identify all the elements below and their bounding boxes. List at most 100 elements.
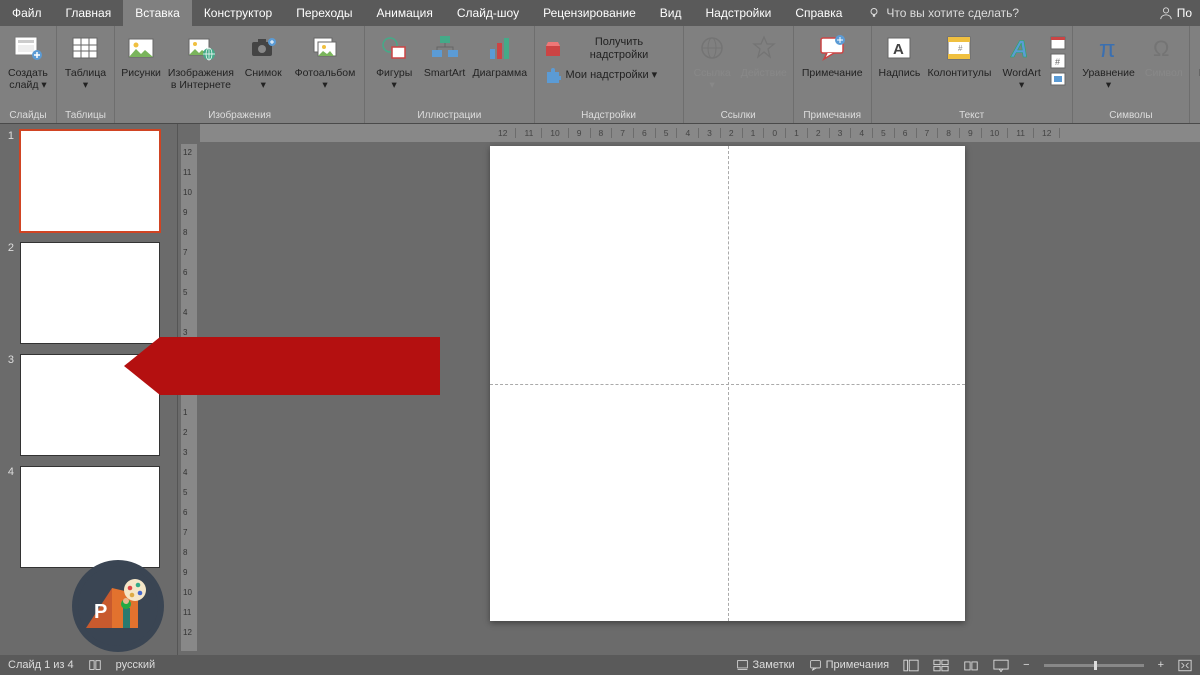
normal-view-icon: [903, 659, 919, 672]
chart-icon: [485, 33, 515, 63]
ruler-tick: 9: [569, 128, 591, 138]
tell-me-search[interactable]: Что вы хотите сделать?: [858, 0, 1029, 26]
menu-slideshow[interactable]: Слайд-шоу: [445, 0, 531, 26]
group-label-images: Изображения: [119, 108, 360, 123]
online-pictures-label: Изображения в Интернете: [168, 67, 234, 91]
date-time-icon[interactable]: [1050, 35, 1068, 51]
ruler-tick-v: 4: [183, 468, 187, 477]
menu-insert[interactable]: Вставка: [123, 0, 192, 26]
ruler-tick-v: 6: [183, 508, 187, 517]
get-addins-button[interactable]: Получить надстройки: [539, 34, 679, 63]
chart-button[interactable]: Диаграмма: [470, 28, 529, 82]
fit-to-window-button[interactable]: [1178, 659, 1192, 672]
thumb-3[interactable]: [20, 354, 160, 456]
group-label-symbols: Символы: [1077, 108, 1185, 123]
menu-transitions[interactable]: Переходы: [284, 0, 364, 26]
object-icon[interactable]: [1050, 71, 1068, 87]
zoom-in-button[interactable]: +: [1158, 659, 1164, 671]
thumb-4-wrap[interactable]: 4: [4, 466, 173, 568]
ruler-tick-v: 8: [183, 228, 187, 237]
book-icon: [88, 658, 102, 672]
ruler-tick: 0: [764, 128, 786, 138]
slideshow-view-button[interactable]: [993, 659, 1009, 672]
channel-avatar: P: [72, 560, 164, 652]
pictures-icon: [126, 33, 156, 63]
vertical-ruler[interactable]: 1211109876543210123456789101112: [181, 144, 197, 651]
menu-view[interactable]: Вид: [648, 0, 694, 26]
smartart-label: SmartArt: [424, 67, 465, 79]
wordart-label: WordArt ▾: [1000, 67, 1044, 91]
thumb-1-wrap[interactable]: 1: [4, 130, 173, 232]
group-label-text: Текст: [876, 108, 1068, 123]
ruler-tick-v: 10: [183, 588, 192, 597]
ruler-tick: 7: [917, 128, 939, 138]
ruler-tick: 10: [542, 128, 568, 138]
zoom-out-button[interactable]: −: [1023, 659, 1029, 671]
wordart-button[interactable]: A WordArt ▾: [996, 28, 1048, 94]
ribbon-group-slides: Создать слайд ▾ Слайды: [0, 26, 57, 123]
comments-button[interactable]: Примечания: [809, 659, 890, 672]
slide-canvas[interactable]: [490, 146, 965, 621]
menu-help[interactable]: Справка: [783, 0, 854, 26]
menu-addins[interactable]: Надстройки: [693, 0, 783, 26]
video-button[interactable]: Видео ▾: [1194, 28, 1200, 94]
reading-view-button[interactable]: [963, 659, 979, 672]
pictures-button[interactable]: Рисунки: [119, 28, 163, 82]
svg-text:A: A: [893, 41, 904, 58]
comment-label: Примечание: [802, 67, 863, 79]
zoom-slider[interactable]: [1044, 664, 1144, 667]
my-addins-button[interactable]: Мои надстройки ▾: [539, 65, 679, 85]
thumb-3-wrap[interactable]: 3: [4, 354, 173, 456]
table-button[interactable]: Таблица ▾: [61, 28, 110, 94]
account-area[interactable]: По: [1159, 0, 1200, 26]
menu-design[interactable]: Конструктор: [192, 0, 284, 26]
comment-button[interactable]: Примечание: [798, 28, 867, 82]
zoom-thumb[interactable]: [1094, 661, 1097, 670]
normal-view-button[interactable]: [903, 659, 919, 672]
notes-button[interactable]: Заметки: [736, 659, 795, 672]
photo-album-button[interactable]: Фотоальбом ▾: [290, 28, 361, 94]
menu-review[interactable]: Рецензирование: [531, 0, 648, 26]
online-pictures-button[interactable]: Изображения в Интернете: [165, 28, 237, 94]
thumb-4[interactable]: [20, 466, 160, 568]
screenshot-button[interactable]: Снимок ▾: [239, 28, 288, 94]
equation-button[interactable]: π Уравнение ▾: [1077, 28, 1141, 94]
sorter-view-icon: [933, 659, 949, 672]
ruler-tick: 5: [656, 128, 678, 138]
action-label: Действие: [741, 67, 787, 79]
menu-home[interactable]: Главная: [54, 0, 124, 26]
ruler-tick: 8: [938, 128, 960, 138]
menu-animation[interactable]: Анимация: [365, 0, 445, 26]
horizontal-ruler[interactable]: 1211109876543210123456789101112: [200, 124, 1200, 142]
status-bar: Слайд 1 из 4 русский Заметки Примечания …: [0, 655, 1200, 675]
ruler-tick-v: 11: [183, 168, 191, 177]
language-indicator[interactable]: русский: [116, 659, 155, 671]
link-button: Ссылка ▾: [688, 28, 737, 94]
ruler-tick-v: 1: [183, 368, 187, 377]
avatar-icon: P: [78, 566, 158, 646]
sorter-view-button[interactable]: [933, 659, 949, 672]
thumb-2[interactable]: [20, 242, 160, 344]
notes-label: Заметки: [753, 659, 795, 671]
spell-check-button[interactable]: [88, 658, 102, 672]
ruler-tick: 3: [699, 128, 721, 138]
new-slide-button[interactable]: Создать слайд ▾: [4, 28, 52, 94]
text-extras-stack: #: [1050, 28, 1068, 94]
menu-file[interactable]: Файл: [0, 0, 54, 26]
thumb-2-wrap[interactable]: 2: [4, 242, 173, 344]
text-box-button[interactable]: A Надпись: [876, 28, 924, 82]
svg-text:#: #: [1055, 57, 1060, 67]
fit-icon: [1178, 659, 1192, 672]
action-button: Действие: [739, 28, 789, 82]
comment-icon: [817, 33, 847, 63]
group-label-illustrations: Иллюстрации: [369, 108, 529, 123]
svg-text:A: A: [1010, 36, 1028, 63]
header-footer-button[interactable]: # Колонтитулы: [925, 28, 993, 82]
reading-view-icon: [963, 659, 979, 672]
smartart-button[interactable]: SmartArt: [421, 28, 468, 82]
thumb-1[interactable]: [20, 130, 160, 232]
slide-number-icon[interactable]: #: [1050, 53, 1068, 69]
notes-icon: [736, 659, 749, 672]
shapes-button[interactable]: Фигуры ▾: [369, 28, 419, 94]
link-icon: [697, 33, 727, 63]
